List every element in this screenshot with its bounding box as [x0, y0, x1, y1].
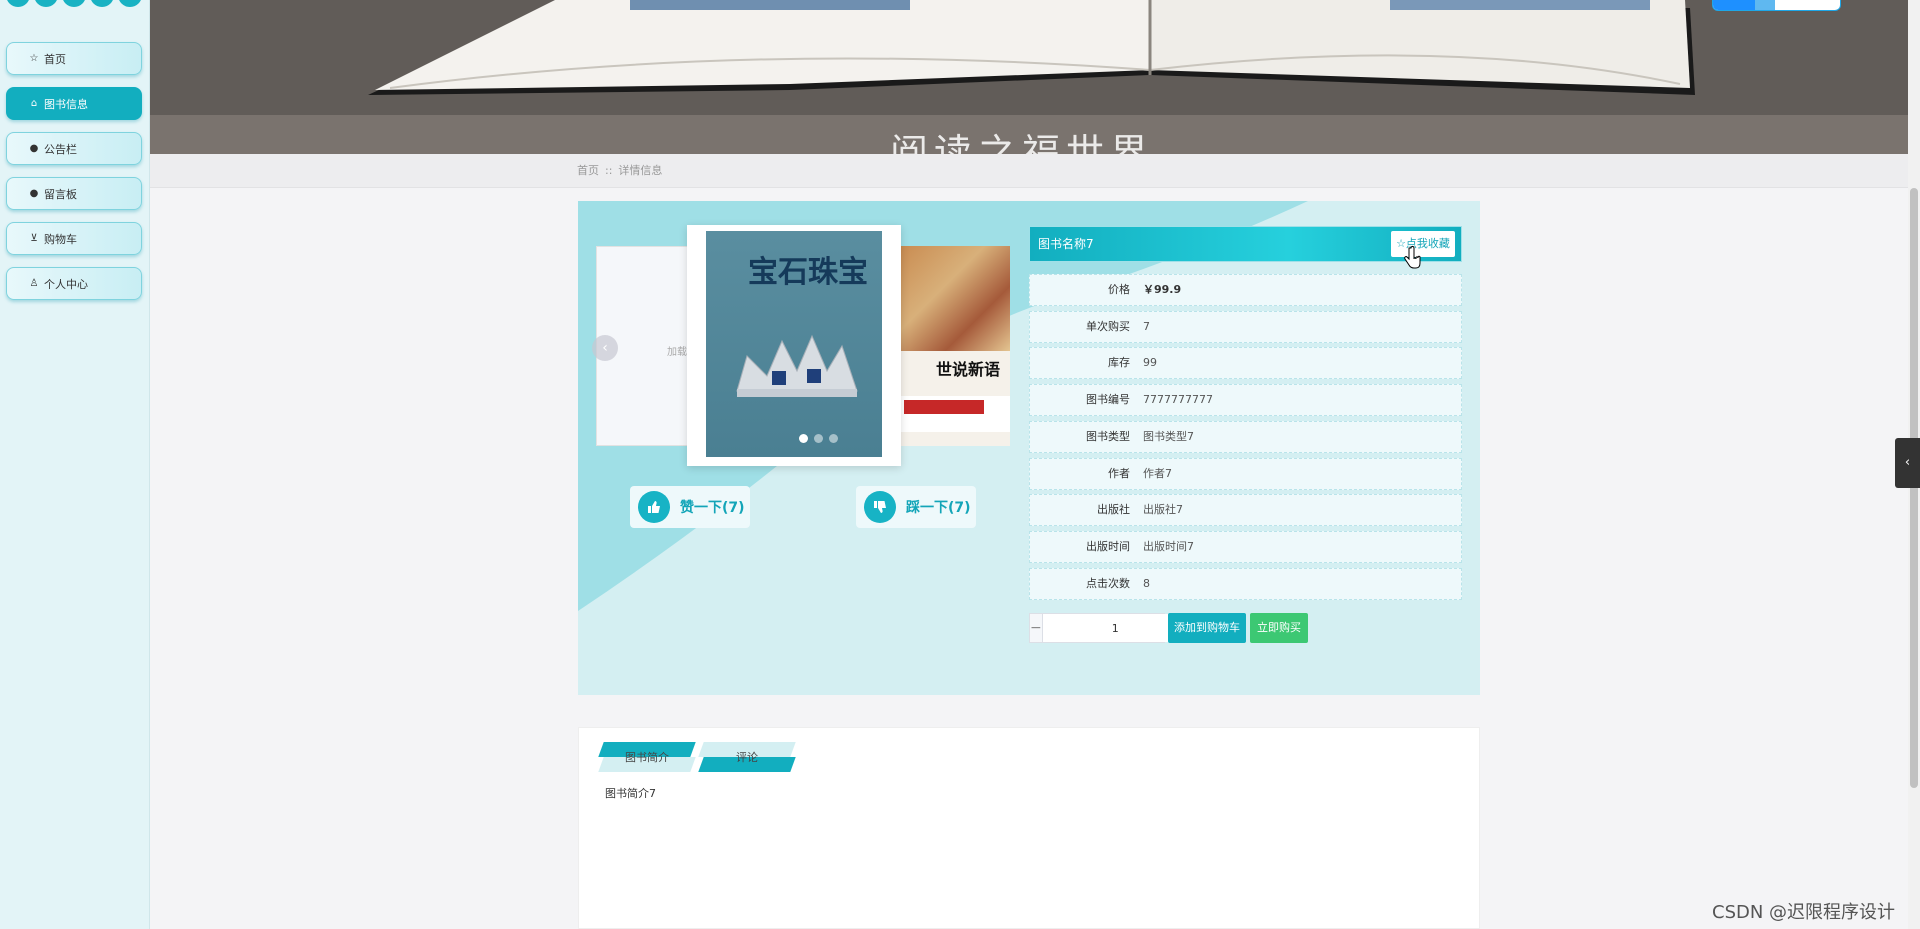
book-intro-text: 图书简介7	[605, 787, 656, 800]
book-cover-image: 宝石珠宝	[706, 231, 882, 457]
info-value: 7	[1143, 319, 1150, 333]
sidebar-item-label: 留言板	[44, 187, 77, 201]
dislike-button[interactable]: 踩一下(7)	[856, 486, 976, 528]
hand-cursor-icon	[1404, 246, 1421, 269]
book-cover-painting	[898, 246, 1010, 351]
breadcrumb-bar: 首页:: 详情信息	[150, 154, 1908, 188]
hero-banner: 阅读之福世界	[150, 0, 1908, 154]
crown-illustration	[736, 334, 858, 397]
thumbs-up-icon	[638, 491, 670, 523]
quantity-input[interactable]	[1041, 614, 1189, 642]
sidebar: ☆ 首页 ⌂ 图书信息 ● 公告栏 ● 留言板 ⊻ 购物车 ♙ 个人中心	[0, 0, 150, 929]
info-label: 作者	[1108, 466, 1130, 480]
book-info-header: 图书名称7 ☆点我收藏	[1029, 226, 1462, 262]
cover-title: 宝石珠宝	[748, 255, 868, 290]
quantity-stepper[interactable]: − +	[1029, 613, 1201, 643]
quantity-decrease-button[interactable]: −	[1030, 614, 1042, 642]
info-row: 价格 ￥99.9	[1029, 274, 1462, 306]
info-value: 图书类型7	[1143, 429, 1194, 443]
info-value: 8	[1143, 576, 1150, 590]
favorite-button[interactable]: ☆点我收藏	[1391, 231, 1455, 257]
tab-label: 评论	[736, 751, 758, 764]
tab-book-intro[interactable]: 图书简介	[598, 742, 696, 772]
info-value: 出版社7	[1143, 503, 1183, 517]
info-value: 出版时间7	[1143, 539, 1194, 553]
info-label: 图书类型	[1086, 429, 1130, 443]
like-button[interactable]: 赞一下(7)	[630, 486, 750, 528]
book-detail-card: 加载 ‹ 世说新语 宝石珠宝 赞一下(7) 踩一下(7) 图书名称7 ☆点我收藏…	[578, 201, 1480, 695]
info-row: 图书编号 7777777777	[1029, 384, 1462, 417]
star-icon: ☆	[29, 53, 39, 64]
info-label: 价格	[1108, 283, 1130, 296]
side-panel-toggle[interactable]: ‹	[1895, 438, 1920, 488]
breadcrumb-current: 详情信息	[618, 164, 663, 177]
sidebar-item-2[interactable]: ● 公告栏	[6, 132, 142, 165]
sidebar-item-label: 个人中心	[44, 277, 88, 291]
buy-now-button[interactable]: 立即购买	[1250, 613, 1308, 643]
carousel-slide-current[interactable]: 宝石珠宝	[687, 225, 901, 466]
dislike-count-label: 踩一下(7)	[906, 500, 971, 516]
sidebar-decoration	[6, 0, 142, 7]
thumbs-down-icon	[864, 491, 896, 523]
sidebar-item-label: 首页	[44, 52, 66, 66]
info-row: 库存 99	[1029, 347, 1462, 380]
sidebar-item-label: 购物车	[44, 232, 77, 246]
book-name: 图书名称7	[1038, 237, 1094, 251]
tab-comments[interactable]: 评论	[698, 742, 796, 772]
hero-title: 阅读之福世界	[890, 131, 1155, 154]
info-label: 出版时间	[1086, 539, 1130, 553]
info-row: 单次购买 7	[1029, 310, 1462, 343]
info-row: 出版时间 出版时间7	[1029, 530, 1462, 563]
carousel-dot[interactable]	[799, 434, 808, 443]
like-count-label: 赞一下(7)	[680, 500, 745, 516]
tab-label: 图书简介	[625, 751, 669, 764]
info-label: 库存	[1108, 356, 1130, 370]
carousel-dot[interactable]	[814, 434, 823, 443]
carousel-dot[interactable]	[829, 434, 838, 443]
next-book-title: 世说新语	[936, 360, 1001, 379]
info-label: 图书编号	[1086, 393, 1130, 407]
info-value: ￥99.9	[1143, 283, 1182, 296]
info-row: 出版社 出版社7	[1029, 494, 1462, 527]
info-value: 7777777777	[1143, 393, 1213, 407]
cart-icon: ⊻	[30, 233, 38, 244]
info-row: 作者 作者7	[1029, 457, 1462, 490]
sidebar-item-5[interactable]: ♙ 个人中心	[6, 267, 142, 300]
info-value: 作者7	[1143, 466, 1172, 480]
add-to-cart-button[interactable]: 添加到购物车	[1168, 613, 1246, 643]
carousel-dots[interactable]	[799, 434, 838, 443]
sidebar-item-label: 图书信息	[44, 97, 88, 111]
sidebar-item-1[interactable]: ⌂ 图书信息	[6, 87, 142, 120]
watermark: CSDN @迟限程序设计	[1712, 902, 1896, 923]
tabs-card: 图书简介 评论 图书简介7	[578, 727, 1480, 929]
carousel-slide-next: 世说新语	[898, 246, 1010, 446]
info-row: 图书类型 图书类型7	[1029, 420, 1462, 453]
info-icon: ●	[29, 143, 39, 154]
breadcrumb: 首页:: 详情信息	[577, 154, 662, 188]
breadcrumb-separator: ::	[605, 164, 613, 177]
user-icon: ♙	[29, 278, 39, 289]
sidebar-item-label: 公告栏	[44, 142, 77, 156]
info-label: 单次购买	[1086, 319, 1130, 333]
user-widget[interactable]	[1712, 0, 1841, 11]
info-value: 99	[1143, 356, 1157, 370]
breadcrumb-home[interactable]: 首页	[577, 164, 599, 177]
scrollbar-thumb[interactable]	[1910, 188, 1918, 788]
sidebar-item-0[interactable]: ☆ 首页	[6, 42, 142, 75]
sidebar-item-4[interactable]: ⊻ 购物车	[6, 222, 142, 255]
home-icon: ⌂	[30, 98, 38, 109]
question-icon: ●	[29, 188, 39, 199]
info-label: 出版社	[1097, 503, 1130, 517]
carousel-prev-button[interactable]: ‹	[592, 335, 618, 361]
loading-text: 加载	[667, 347, 687, 358]
sidebar-item-3[interactable]: ● 留言板	[6, 177, 142, 210]
book-cover-band	[898, 396, 1010, 432]
info-label: 点击次数	[1086, 576, 1130, 590]
info-row: 点击次数 8	[1029, 567, 1462, 600]
